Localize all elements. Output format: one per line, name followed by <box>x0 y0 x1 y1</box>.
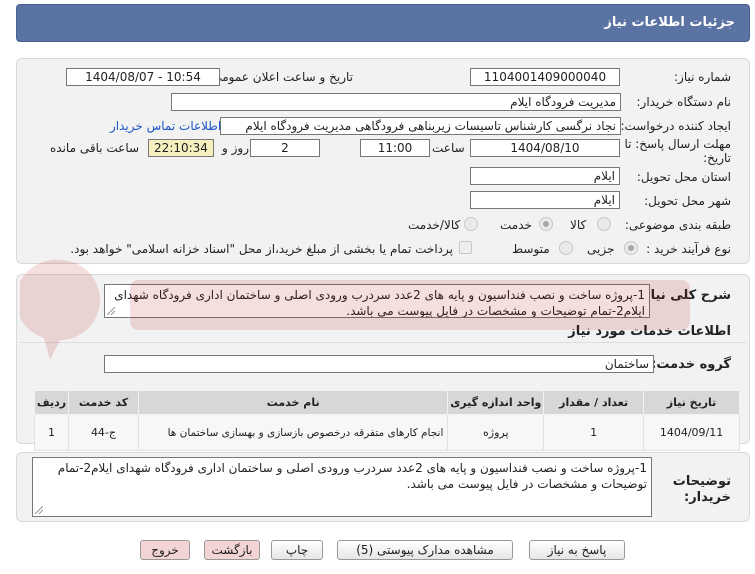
view-attachments-button[interactable]: مشاهده مدارک پیوستی (5) <box>337 540 513 560</box>
process-option-medium: متوسط <box>512 242 550 256</box>
service-group-label: گروه خدمت: <box>651 357 731 372</box>
city-field: ایلام <box>470 191 620 209</box>
col-qty: تعداد / مقدار <box>543 390 645 415</box>
time-label: ساعت <box>432 141 465 155</box>
category-radio-goods-service[interactable] <box>464 217 478 231</box>
cell-qty: 1 <box>543 414 645 451</box>
category-label: طبقه بندی موضوعی: <box>624 218 731 232</box>
cell-row: 1 <box>33 414 70 451</box>
cell-unit: پروژه <box>447 414 545 451</box>
col-service-code: کد خدمت <box>68 390 139 415</box>
resize-grip[interactable] <box>35 506 43 514</box>
col-date: تاریخ نیاز <box>643 390 740 415</box>
process-radio-minor[interactable] <box>624 241 638 255</box>
buyer-notes-text: 1-پروژه ساخت و نصب فنداسیون و پایه های 2… <box>57 461 647 491</box>
back-button[interactable]: بازگشت <box>204 540 260 560</box>
deadline-date-field: 1404/08/10 <box>470 139 620 157</box>
buyer-field: مدیریت فرودگاه ایلام <box>171 93 621 111</box>
service-group-field: ساختمان <box>104 355 654 373</box>
payment-note: پرداخت تمام یا بخشی از مبلغ خرید،از محل … <box>70 242 453 256</box>
process-label: نوع فرآیند خرید : <box>646 242 731 256</box>
col-unit: واحد اندازه گیری <box>447 390 545 415</box>
category-option-goods-service: کالا/خدمت <box>408 218 461 232</box>
days-field: 2 <box>250 139 320 157</box>
days-label: روز و <box>222 141 249 155</box>
cell-service-name: انجام کارهای متفرقه درخصوص بازسازی و بهس… <box>137 414 449 451</box>
deadline-label: مهلت ارسال پاسخ: تا <box>624 137 731 151</box>
announce-label: تاریخ و ساعت اعلان عمومی: <box>208 70 353 84</box>
services-section-title: اطلاعات خدمات مورد نیاز <box>568 324 731 339</box>
table-header-row: تاریخ نیاز تعداد / مقدار واحد اندازه گیر… <box>33 390 740 415</box>
deadline-label-date: تاریخ: <box>703 151 731 165</box>
cell-service-code: ج-44 <box>68 414 139 451</box>
category-radio-goods[interactable] <box>597 217 611 231</box>
category-option-goods: کالا <box>570 218 587 232</box>
resize-grip[interactable] <box>107 307 115 315</box>
exit-button[interactable]: خروج <box>140 540 190 560</box>
description-label: شرح کلی نیاز: <box>637 288 731 303</box>
print-button[interactable]: چاپ <box>271 540 323 560</box>
page-title: جزئیات اطلاعات نیاز <box>604 15 735 30</box>
category-option-service: خدمت <box>500 218 532 232</box>
buyer-label: نام دستگاه خریدار: <box>636 95 732 109</box>
col-service-name: نام خدمت <box>137 390 449 415</box>
treasury-checkbox[interactable] <box>459 241 472 254</box>
buyer-notes-textarea: 1-پروژه ساخت و نصب فنداسیون و پایه های 2… <box>32 457 652 517</box>
description-text: 1-پروژه ساخت و نصب فنداسیون و پایه های 2… <box>114 288 645 318</box>
remaining-label: ساعت باقی مانده <box>50 141 140 155</box>
creator-field: نجاد نرگسی کارشناس تاسیسات زیربناهی فرود… <box>220 117 621 135</box>
city-label: شهر محل تحویل: <box>644 194 731 208</box>
province-label: استان محل تحویل: <box>636 170 731 184</box>
need-number-field: 1104001409000040 <box>470 68 620 86</box>
process-option-minor: جزیی <box>587 242 615 256</box>
buyer-contact-link[interactable]: اطلاعات تماس خریدار <box>110 119 221 133</box>
col-row: ردیف <box>33 390 70 415</box>
buyer-notes-label-2: خریدار: <box>684 490 731 505</box>
deadline-time-field: 11:00 <box>360 139 430 157</box>
page-header: جزئیات اطلاعات نیاز <box>16 4 750 42</box>
reply-button[interactable]: پاسخ به نیاز <box>529 540 625 560</box>
table-row: 1404/09/11 1 پروژه انجام کارهای متفرقه د… <box>33 414 740 451</box>
cell-date: 1404/09/11 <box>643 414 740 451</box>
process-radio-medium[interactable] <box>559 241 573 255</box>
need-number-label: شماره نیاز: <box>674 70 731 84</box>
announce-field: 1404/08/07 - 10:54 <box>66 68 220 86</box>
creator-label: ایجاد کننده درخواست: <box>620 119 731 133</box>
category-radio-service[interactable] <box>539 217 553 231</box>
description-textarea: 1-پروژه ساخت و نصب فنداسیون و پایه های 2… <box>104 284 650 318</box>
divider <box>20 342 746 343</box>
remaining-time-field: 22:10:34 <box>148 139 214 157</box>
services-table: تاریخ نیاز تعداد / مقدار واحد اندازه گیر… <box>33 390 740 451</box>
need-info-panel <box>16 58 750 264</box>
province-field: ایلام <box>470 167 620 185</box>
buyer-notes-label: توضیحات <box>672 474 731 489</box>
